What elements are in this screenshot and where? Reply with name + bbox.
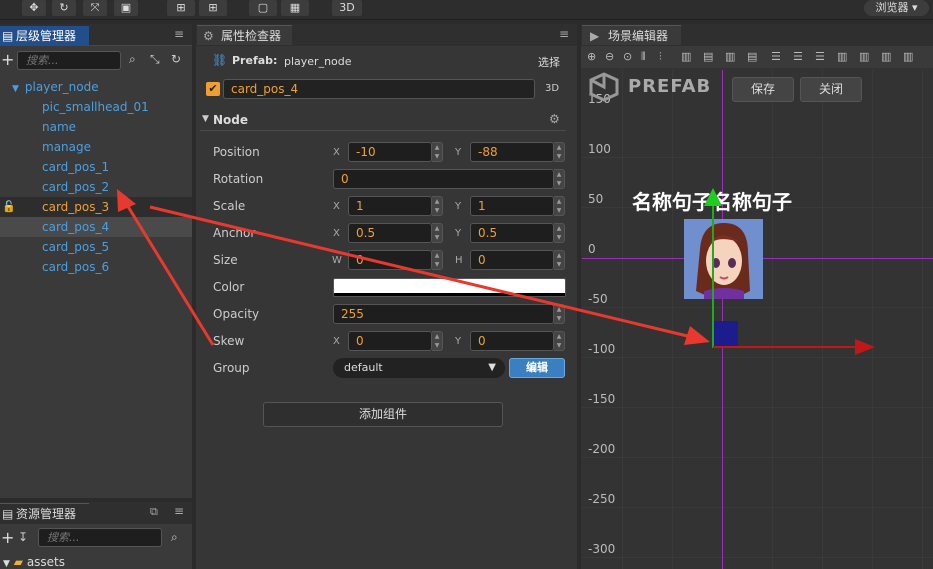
annotation-overlay (117, 189, 710, 346)
annotation-arrowhead (684, 326, 710, 345)
annotation-arrow (149, 205, 701, 341)
annotation-arrow (122, 199, 215, 346)
annotation-arrowhead (117, 189, 136, 212)
